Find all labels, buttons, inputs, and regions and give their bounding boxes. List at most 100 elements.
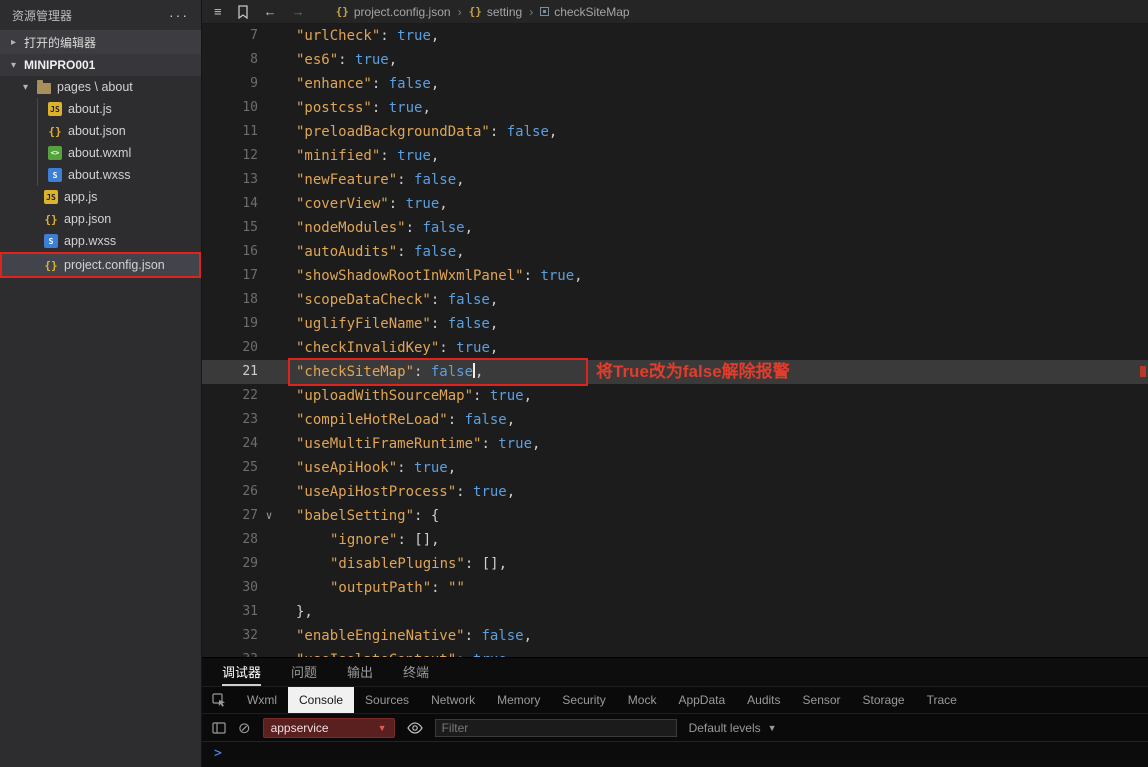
file-name: about.json [68,124,126,138]
code-line-8[interactable]: 8 "es6": true, [202,48,1148,72]
code-line-29[interactable]: 29 "disablePlugins": [], [202,552,1148,576]
code-line-32[interactable]: 32 "enableEngineNative": false, [202,624,1148,648]
js-icon: JS [48,102,62,116]
back-arrow-icon[interactable]: ← [264,4,277,19]
code-text: "enableEngineNative": false, [296,628,533,644]
fold-icon[interactable]: ∨ [258,504,280,528]
line-number: 28 [242,532,258,547]
code-line-30[interactable]: 30 "outputPath": "" [202,576,1148,600]
devtools-tab-console[interactable]: Console [288,687,355,713]
line-number: 17 [242,268,258,283]
eye-icon[interactable] [406,721,423,734]
code-text: "useApiHostProcess": true, [296,484,516,500]
devtools-tab-storage[interactable]: Storage [852,687,916,713]
code-text: "outputPath": "" [330,580,465,596]
console-sidebar-icon[interactable] [212,721,226,734]
code-line-33[interactable]: 33 "useIsolateContext": true, [202,648,1148,657]
code-line-15[interactable]: 15 "nodeModules": false, [202,216,1148,240]
panel-tab-1[interactable]: 问题 [291,658,317,686]
code-line-28[interactable]: 28 "ignore": [], [202,528,1148,552]
forward-arrow-icon[interactable]: → [292,4,305,19]
panel-tab-3[interactable]: 终端 [403,658,429,686]
line-number: 20 [242,340,258,355]
tree-item-about-wxss[interactable]: Sabout.wxss [0,164,201,186]
open-editors-section[interactable]: ▸ 打开的编辑器 [0,30,201,54]
tree-item-pages-about[interactable]: ▾ pages \ about [0,76,201,98]
line-number: 8 [250,52,258,67]
code-line-11[interactable]: 11 "preloadBackgroundData": false, [202,120,1148,144]
execution-context-label: appservice [270,720,329,735]
code-line-24[interactable]: 24 "useMultiFrameRuntime": true, [202,432,1148,456]
code-line-7[interactable]: 7 "urlCheck": true, [202,24,1148,48]
devtools-tab-security[interactable]: Security [551,687,616,713]
code-line-16[interactable]: 16 "autoAudits": false, [202,240,1148,264]
code-line-21[interactable]: 21 "checkSiteMap": false, 将True改为false解除报警 [202,358,1148,386]
code-line-14[interactable]: 14 "coverView": true, [202,192,1148,216]
line-number: 19 [242,316,258,331]
tree-item-app-wxss[interactable]: Sapp.wxss [0,230,201,252]
code-line-9[interactable]: 9 "enhance": false, [202,72,1148,96]
devtools-tab-audits[interactable]: Audits [736,687,791,713]
wxss-icon: S [48,168,62,182]
code-text: "checkSiteMap": false, [296,363,484,380]
line-number: 7 [250,28,258,43]
devtools-tab-mock[interactable]: Mock [617,687,668,713]
code-line-22[interactable]: 22 "uploadWithSourceMap": true, [202,384,1148,408]
breadcrumb-item[interactable]: {} project.config.json [336,5,451,19]
line-number: 10 [242,100,258,115]
code-line-18[interactable]: 18 "scopeDataCheck": false, [202,288,1148,312]
code-line-23[interactable]: 23 "compileHotReLoad": false, [202,408,1148,432]
tree-item-about-js[interactable]: JS about.js [0,98,201,120]
code-line-17[interactable]: 17 "showShadowRootInWxmlPanel": true, [202,264,1148,288]
console-input-row[interactable]: > [202,741,1148,767]
project-root-item[interactable]: ▾ MINIPRO001 [0,54,201,76]
devtools-tab-trace[interactable]: Trace [916,687,968,713]
log-levels-dropdown[interactable]: Default levels ▼ [689,721,777,735]
explorer-title: 资源管理器 [12,8,73,23]
devtools-tab-sensor[interactable]: Sensor [792,687,852,713]
tree-item-app-js[interactable]: JS app.js [0,186,201,208]
overview-ruler-highlight [1140,366,1146,377]
line-number: 9 [250,76,258,91]
code-text: "enhance": false, [296,76,440,92]
code-editor[interactable]: 7 "urlCheck": true, 8 "es6": true, 9 "enhance… [202,24,1148,657]
devtools-tabs: Wxml Console Sources Network Memory Security M… [202,686,1148,713]
breadcrumb-item[interactable]: {} setting [469,5,523,19]
tree-item-app-json[interactable]: {} app.json [0,208,201,230]
tree-item-about-wxml[interactable]: <> about.wxml [0,142,201,164]
devtools-tab-memory[interactable]: Memory [486,687,551,713]
execution-context-dropdown[interactable]: appservice ▼ [262,717,395,738]
menu-icon[interactable]: ≡ [214,4,222,19]
code-line-20[interactable]: 20 "checkInvalidKey": true, [202,336,1148,360]
breadcrumb-item[interactable]: checkSiteMap [540,5,630,19]
line-number: 14 [242,196,258,211]
bookmark-icon[interactable] [237,4,249,19]
code-text: "coverView": true, [296,196,448,212]
explorer-more-button[interactable]: ··· [169,7,189,23]
code-text: "autoAudits": false, [296,244,465,260]
inspect-element-icon[interactable] [202,687,236,713]
devtools-tab-network[interactable]: Network [420,687,486,713]
console-toolbar: ⊘ appservice ▼ Default levels ▼ [202,713,1148,741]
devtools-tab-appdata[interactable]: AppData [667,687,736,713]
tree-item-about-json[interactable]: {} about.json [0,120,201,142]
code-line-31[interactable]: 31}, [202,600,1148,624]
explorer-header: 资源管理器 ··· [0,0,201,30]
chevron-down-icon: ▾ [10,59,17,71]
code-line-13[interactable]: 13 "newFeature": false, [202,168,1148,192]
panel-tab-2[interactable]: 输出 [347,658,373,686]
clear-console-icon[interactable]: ⊘ [238,719,251,737]
devtools-tab-sources[interactable]: Sources [354,687,420,713]
devtools-tab-wxml[interactable]: Wxml [236,687,288,713]
code-line-10[interactable]: 10 "postcss": true, [202,96,1148,120]
tree-item-project-config-json[interactable]: {} project.config.json [0,252,201,278]
console-filter-input[interactable] [434,718,677,737]
code-line-12[interactable]: 12 "minified": true, [202,144,1148,168]
code-line-27[interactable]: 27 ∨ "babelSetting": { [202,504,1148,528]
code-line-26[interactable]: 26 "useApiHostProcess": true, [202,480,1148,504]
panel-tab-0[interactable]: 调试器 [222,658,262,686]
code-line-19[interactable]: 19 "uglifyFileName": false, [202,312,1148,336]
code-line-25[interactable]: 25 "useApiHook": true, [202,456,1148,480]
